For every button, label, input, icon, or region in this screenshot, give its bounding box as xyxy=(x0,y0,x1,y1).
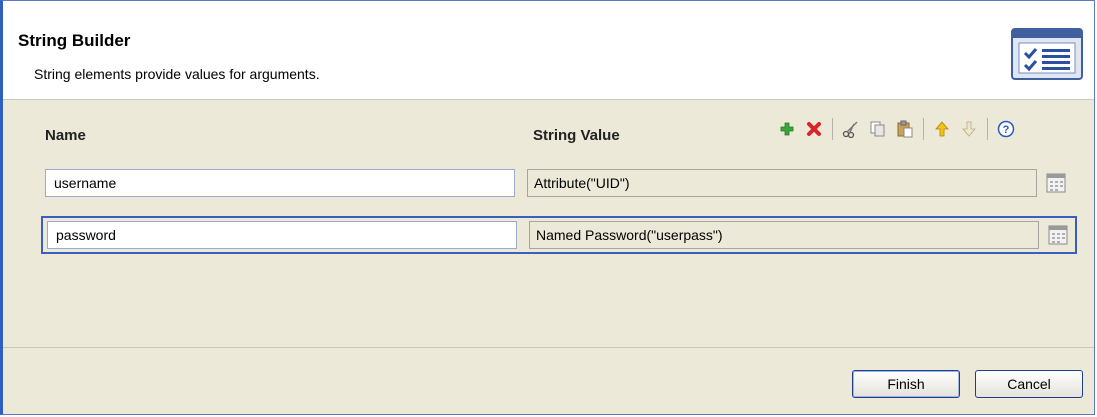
dialog-footer: Finish Cancel xyxy=(3,348,1094,414)
finish-button[interactable]: Finish xyxy=(852,370,960,398)
svg-text:?: ? xyxy=(1003,124,1010,136)
string-builder-dialog: String Builder String elements provide v… xyxy=(0,0,1095,415)
checklist-icon xyxy=(1010,27,1084,81)
copy-icon[interactable] xyxy=(866,117,890,141)
toolbar-separator xyxy=(923,118,924,140)
name-column-header: Name xyxy=(45,127,86,144)
builder-body: Name String Value ? username Attribute("… xyxy=(3,100,1094,348)
string-element-row-selected[interactable]: Named Password("userpass") xyxy=(41,216,1077,254)
add-icon[interactable] xyxy=(775,117,799,141)
paste-icon[interactable] xyxy=(893,117,917,141)
dialog-subtitle: String elements provide values for argum… xyxy=(34,66,320,82)
cancel-button[interactable]: Cancel xyxy=(975,370,1083,398)
toolbar-separator xyxy=(832,118,833,140)
string-value-column-header: String Value xyxy=(533,127,620,144)
help-icon[interactable]: ? xyxy=(994,117,1018,141)
name-field[interactable] xyxy=(45,169,515,197)
name-field[interactable] xyxy=(47,221,517,249)
calendar-icon xyxy=(1048,225,1068,245)
delete-icon[interactable] xyxy=(802,117,826,141)
dialog-header: String Builder String elements provide v… xyxy=(3,1,1094,100)
string-element-row[interactable]: Attribute("UID") xyxy=(41,164,1077,202)
toolbar-separator xyxy=(987,118,988,140)
move-down-icon[interactable] xyxy=(957,117,981,141)
string-value-field[interactable]: Attribute("UID") xyxy=(527,169,1037,197)
calendar-icon xyxy=(1046,173,1066,193)
string-value-field[interactable]: Named Password("userpass") xyxy=(529,221,1039,249)
row-toolbar: ? xyxy=(775,117,1021,141)
edit-value-button[interactable] xyxy=(1047,224,1069,246)
edit-value-button[interactable] xyxy=(1045,172,1067,194)
move-up-icon[interactable] xyxy=(930,117,954,141)
dialog-title: String Builder xyxy=(18,31,131,50)
cut-icon[interactable] xyxy=(839,117,863,141)
